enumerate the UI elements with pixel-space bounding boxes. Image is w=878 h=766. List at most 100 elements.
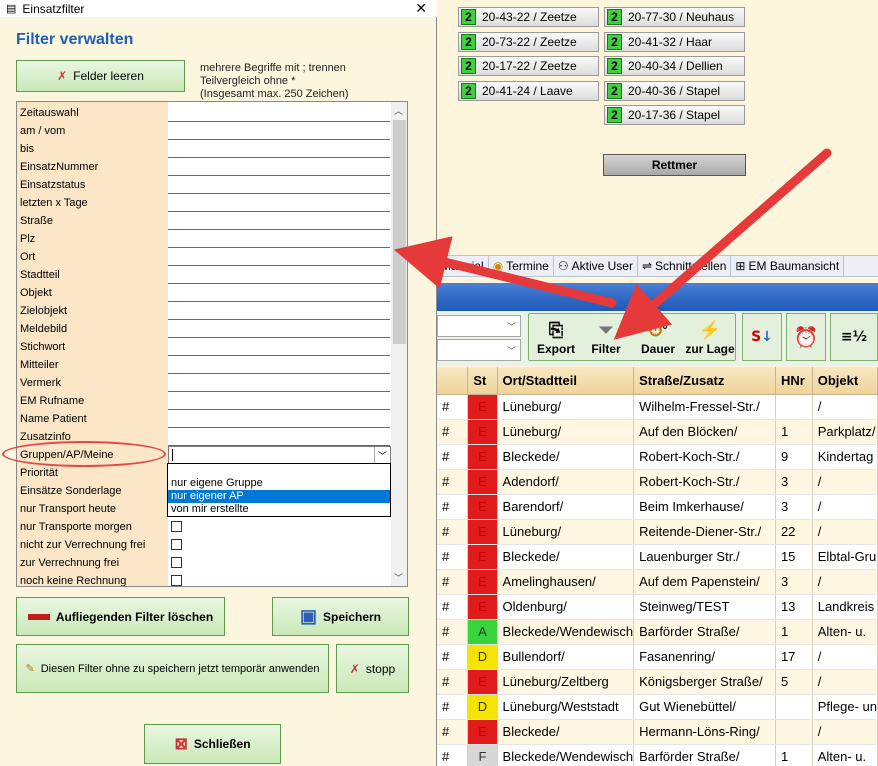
numbering-button[interactable]: ≡½ bbox=[830, 313, 878, 361]
table-row[interactable]: # E Bleckede/Hermann-Löns-Ring/ / bbox=[437, 719, 878, 745]
vehicle-button[interactable]: 2 20-40-34 / Dellien bbox=[604, 56, 745, 76]
vehicle-button[interactable]: 2 20-77-30 / Neuhaus bbox=[604, 7, 745, 27]
cell-hnr: 17 bbox=[775, 644, 813, 670]
column-header[interactable]: Objekt bbox=[812, 367, 878, 395]
field-input[interactable] bbox=[168, 266, 390, 284]
delete-filter-button[interactable]: Aufliegenden Filter löschen bbox=[16, 597, 225, 636]
table-row[interactable]: # E Bleckede/Robert-Koch-Str./9 Kindertag bbox=[437, 444, 878, 470]
group-button-rettmer[interactable]: Rettmer bbox=[603, 154, 746, 176]
tab-material[interactable]: Material bbox=[437, 256, 489, 276]
field-label: Ort bbox=[20, 251, 36, 263]
zur-lage-button[interactable]: ⚡ zur Lage bbox=[685, 316, 735, 360]
field-checkbox[interactable] bbox=[171, 539, 182, 550]
table-row[interactable]: # E Lüneburg/Auf den Blöcken/1 Parkplatz/ bbox=[437, 419, 878, 445]
field-input[interactable] bbox=[168, 230, 390, 248]
table-row[interactable]: # E Lüneburg/Wilhelm-Fressel-Str./ / bbox=[437, 394, 878, 420]
export-button[interactable]: ⎘ Export bbox=[531, 316, 581, 360]
vehicle-button[interactable]: 2 20-43-22 / Zeetze bbox=[458, 7, 599, 27]
table-row[interactable]: # F Bleckede/Wendewisch Barförder Straße/1 A… bbox=[437, 744, 878, 766]
vehicle-label: 20-41-24 / Laave bbox=[482, 83, 573, 98]
field-input[interactable] bbox=[168, 392, 390, 410]
vehicle-button[interactable]: 2 20-17-36 / Stapel bbox=[604, 105, 745, 125]
field-input[interactable] bbox=[168, 122, 390, 140]
cell-ort: Bleckede/ bbox=[497, 719, 635, 745]
cell-hnr: 9 bbox=[775, 444, 813, 470]
dropdown-option[interactable]: von mir erstellte bbox=[168, 503, 390, 516]
ribbon-combo-1[interactable]: ﹀ bbox=[437, 315, 521, 337]
cell-ort: Bleckede/ bbox=[497, 544, 635, 570]
field-input[interactable] bbox=[168, 356, 390, 374]
column-header[interactable]: Straße/Zusatz bbox=[633, 367, 776, 395]
apply-temporary-filter-button[interactable]: ✎ Diesen Filter ohne zu speichern jetzt … bbox=[16, 644, 329, 693]
table-row[interactable]: # E Amelinghausen/Auf dem Papenstein/3/ bbox=[437, 569, 878, 595]
column-header[interactable]: HNr bbox=[775, 367, 813, 395]
chevron-down-icon[interactable]: ﹀ bbox=[374, 447, 390, 463]
cell-obj: / bbox=[812, 519, 878, 545]
cell-mark: # bbox=[437, 544, 469, 570]
field-input[interactable] bbox=[168, 410, 390, 428]
field-input[interactable] bbox=[168, 338, 390, 356]
close-icon[interactable]: ✕ bbox=[415, 0, 427, 16]
alarm-button[interactable]: ⏰ bbox=[786, 313, 826, 361]
field-input[interactable] bbox=[168, 374, 390, 392]
dropdown-option[interactable]: nur eigene Gruppe bbox=[168, 477, 390, 490]
field-checkbox[interactable] bbox=[171, 521, 182, 532]
table-row[interactable]: # D Lüneburg/Weststadt Gut Wienebüttel/Pfle… bbox=[437, 694, 878, 720]
tab-schnittstellen[interactable]: ⇌ Schnittstellen bbox=[638, 256, 732, 276]
field-input[interactable] bbox=[168, 104, 390, 122]
table-row[interactable]: # E Lüneburg/Reitende-Diener-Str./22/ bbox=[437, 519, 878, 545]
eraser-icon: ✗ bbox=[57, 69, 68, 83]
field-input[interactable] bbox=[168, 248, 390, 266]
tab-em-baumansicht[interactable]: ⊞ EM Baumansicht bbox=[731, 256, 845, 276]
stop-button[interactable]: ✗ stopp bbox=[336, 644, 409, 693]
dauer-button[interactable]: ⏱0 Dauer bbox=[633, 316, 683, 360]
alarm-clock-icon: ⏰ bbox=[793, 325, 819, 349]
cell-ort: Bleckede/Wendewisch bbox=[497, 744, 635, 766]
ribbon-combo-2[interactable]: ﹀ bbox=[437, 339, 521, 361]
field-input[interactable] bbox=[168, 158, 390, 176]
field-input[interactable] bbox=[168, 140, 390, 158]
field-input[interactable] bbox=[168, 302, 390, 320]
filter-button[interactable]: ⏷ Filter bbox=[581, 316, 631, 360]
tab-termine[interactable]: ◉ Termine bbox=[489, 256, 554, 276]
field-input[interactable] bbox=[168, 176, 390, 194]
column-header[interactable]: St bbox=[467, 367, 498, 395]
field-input[interactable] bbox=[168, 284, 390, 302]
clear-fields-button[interactable]: ✗ Felder leeren bbox=[16, 60, 185, 92]
field-input[interactable] bbox=[168, 194, 390, 212]
save-button[interactable]: ▣ Speichern bbox=[272, 597, 409, 636]
vertical-scrollbar[interactable]: ︿ ﹀ bbox=[391, 102, 407, 586]
cell-ort: Lüneburg/ bbox=[497, 519, 635, 545]
vehicle-button[interactable]: 2 20-40-36 / Stapel bbox=[604, 80, 745, 101]
gruppen-combobox[interactable]: ﹀ bbox=[168, 446, 391, 464]
table-row[interactable]: # E Lüneburg/Zeltberg Königsberger Straße/5… bbox=[437, 669, 878, 695]
status-badge: 2 bbox=[607, 58, 622, 74]
scrollbar-thumb[interactable] bbox=[393, 120, 406, 344]
table-row[interactable]: # E Barendorf/Beim Imkerhause/3/ bbox=[437, 494, 878, 520]
table-row[interactable]: # E Bleckede/Lauenburger Str./15 Elbtal-Gru bbox=[437, 544, 878, 570]
field-input[interactable] bbox=[168, 212, 390, 230]
field-input[interactable] bbox=[168, 428, 390, 446]
dropdown-option[interactable]: nur eigener AP bbox=[168, 490, 390, 503]
field-label: Priorität bbox=[20, 467, 58, 479]
vehicle-button[interactable]: 2 20-17-22 / Zeetze bbox=[458, 56, 599, 76]
scroll-up-icon[interactable]: ︿ bbox=[394, 104, 403, 117]
vehicle-button[interactable]: 2 20-41-24 / Laave bbox=[458, 80, 599, 101]
field-input[interactable] bbox=[168, 320, 390, 338]
vehicle-button[interactable]: 2 20-41-32 / Haar bbox=[604, 31, 745, 52]
close-button[interactable]: ⊠ Schließen bbox=[144, 724, 281, 764]
table-row[interactable]: # E Oldenburg/Steinweg/TEST 13 Landkreis bbox=[437, 594, 878, 620]
table-row[interactable]: # A Bleckede/Wendewisch Barförder Straße/1 A… bbox=[437, 619, 878, 645]
table-row[interactable]: # D Bullendorf/Fasanenring/17/ bbox=[437, 644, 878, 670]
field-checkbox[interactable] bbox=[171, 557, 182, 568]
field-label: Plz bbox=[20, 233, 36, 245]
vehicle-button[interactable]: 2 20-73-22 / Zeetze bbox=[458, 31, 599, 52]
scroll-down-icon[interactable]: ﹀ bbox=[394, 571, 403, 584]
table-row[interactable]: # E Adendorf/Robert-Koch-Str./3/ bbox=[437, 469, 878, 495]
cell-str: Hermann-Löns-Ring/ bbox=[633, 719, 776, 745]
cell-hnr bbox=[775, 694, 813, 720]
sort-button[interactable]: S↓ bbox=[742, 313, 782, 361]
field-checkbox[interactable] bbox=[171, 575, 182, 586]
tab-aktive-user[interactable]: ⚇ Aktive User bbox=[554, 256, 638, 276]
column-header[interactable]: Ort/Stadtteil bbox=[497, 367, 635, 395]
